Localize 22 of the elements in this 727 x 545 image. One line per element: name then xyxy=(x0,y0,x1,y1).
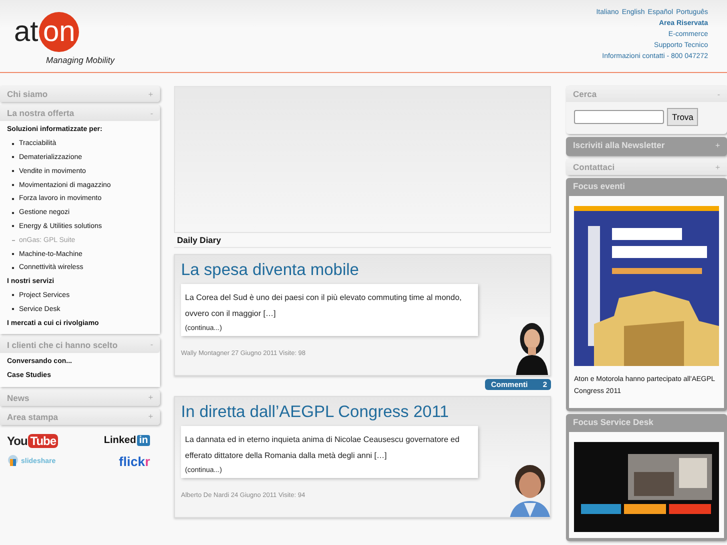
panel-title: Contattaci xyxy=(573,162,615,172)
menu-title: Area stampa xyxy=(7,412,58,422)
menu-title: Chi siamo xyxy=(7,89,48,99)
post-title[interactable]: In diretta dall’AEGPL Congress 2011 xyxy=(181,401,544,423)
dash-icon xyxy=(12,240,15,241)
menu-title: La nostra offerta xyxy=(7,108,74,118)
menu-title: I clienti che ci hanno scelto xyxy=(7,340,118,350)
panel-title: Focus Service Desk xyxy=(573,417,654,427)
panel-title: Iscriviti alla Newsletter xyxy=(573,140,665,150)
panel-title: Cerca xyxy=(573,89,597,99)
linkedin-logo[interactable]: Linked in xyxy=(104,434,150,448)
search-field[interactable] xyxy=(574,110,664,124)
panel-title: Focus eventi xyxy=(573,181,625,191)
post-excerpt: La dannata ed in eterno inquieta anima di Nicolae Ceausescu governatore ed efferato dittatore della Romania dalla metà degli anni […] xyxy=(185,434,460,462)
logo[interactable]: at on xyxy=(14,12,115,52)
section-title: Daily Diary xyxy=(174,233,551,248)
logo-tagline: Managing Mobility xyxy=(46,55,115,65)
menu-title: News xyxy=(7,392,30,403)
post-title[interactable]: La spesa diventa mobile xyxy=(181,259,544,281)
post-excerpt: La Corea del Sud è uno dei paesi con il più elevato commuting time al mondo, ovvero con il maggior […] xyxy=(185,292,463,320)
search-button[interactable]: Trova xyxy=(667,108,698,126)
flickr-logo[interactable]: flickr xyxy=(118,454,150,469)
